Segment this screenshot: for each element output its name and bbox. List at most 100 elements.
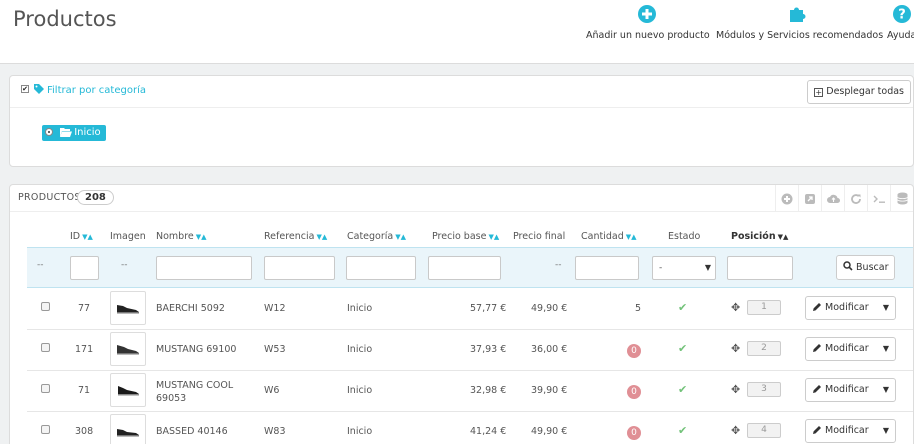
edit-button[interactable]: Modificar ▼: [805, 378, 896, 402]
svg-text:?: ?: [898, 8, 906, 23]
category-filter-toggle[interactable]: Filtrar por categoría: [34, 84, 146, 96]
sort-arrows-icon[interactable]: ▼▲: [395, 233, 406, 241]
col-base-price[interactable]: Precio base ▼▲: [432, 231, 499, 242]
page-title: Productos: [13, 7, 117, 31]
products-panel: PRODUCTOS 208 ID ▼▲ Imagen Nombre ▼▲ Refer…: [9, 184, 914, 444]
edit-button[interactable]: Modificar ▼: [805, 296, 896, 320]
col-id[interactable]: ID ▼▲: [70, 231, 93, 242]
sort-arrows-icon[interactable]: ▼▲: [488, 233, 499, 241]
enabled-check-icon[interactable]: ✔: [678, 301, 687, 314]
row-select-checkbox[interactable]: [41, 343, 50, 352]
col-category[interactable]: Categoría ▼▲: [347, 231, 406, 242]
edit-button[interactable]: Modificar ▼: [805, 337, 896, 361]
row-category: Inicio: [347, 385, 373, 396]
edit-label: Modificar: [825, 425, 869, 436]
col-reference[interactable]: Referencia ▼▲: [264, 231, 327, 242]
row-name: MUSTANG COOL 69053: [156, 380, 234, 404]
caret-down-icon[interactable]: ▼: [883, 297, 889, 319]
caret-down-icon[interactable]: ▼: [883, 420, 889, 442]
col-quantity[interactable]: Cantidad ▼▲: [581, 231, 637, 242]
sort-arrows-icon[interactable]: ▼▲: [626, 233, 637, 241]
shoe-icon: [118, 386, 139, 396]
drag-move-icon[interactable]: ✥: [731, 383, 740, 396]
sort-arrows-icon[interactable]: ▼▲: [778, 233, 789, 241]
expand-all-label: Desplegar todas: [826, 86, 904, 97]
col-category-label: Categoría: [347, 231, 394, 242]
product-thumbnail: [110, 291, 146, 325]
drag-move-icon[interactable]: ✥: [731, 424, 740, 437]
category-root-radio[interactable]: [45, 128, 53, 136]
product-thumbnail: [110, 414, 146, 444]
puzzle-icon: [790, 7, 806, 22]
refresh-icon[interactable]: [844, 185, 867, 212]
help-button[interactable]: ? Ayuda: [884, 4, 914, 41]
row-base-price: 41,24 €: [470, 426, 507, 437]
filter-quantity-input[interactable]: [575, 256, 639, 280]
caret-down-icon: ▼: [704, 263, 711, 272]
row-select-checkbox[interactable]: [41, 302, 50, 311]
filter-reference-input[interactable]: [264, 256, 335, 280]
export-icon[interactable]: [798, 185, 821, 212]
category-filter-title: Filtrar por categoría: [47, 85, 146, 96]
category-filter-checkbox[interactable]: ✔: [21, 85, 29, 93]
table-row[interactable]: 308 BASSED 40146 W83 Inicio 41,24 € 49,9…: [27, 412, 913, 444]
row-name: MUSTANG 69100: [156, 344, 237, 355]
shoe-icon: [117, 345, 139, 355]
drag-move-icon[interactable]: ✥: [731, 342, 740, 355]
col-position-label: Posición: [731, 231, 776, 242]
row-category: Inicio: [347, 303, 373, 314]
col-position[interactable]: Posición ▼▲: [731, 231, 788, 242]
col-reference-label: Referencia: [264, 231, 315, 242]
category-root-item[interactable]: Inicio: [42, 125, 106, 141]
terminal-icon[interactable]: [867, 185, 890, 212]
enabled-check-icon[interactable]: ✔: [678, 424, 687, 437]
filter-category-input[interactable]: [346, 256, 416, 280]
expand-all-button[interactable]: + Desplegar todas: [807, 80, 911, 104]
edit-button[interactable]: Modificar ▼: [805, 419, 896, 443]
caret-down-icon[interactable]: ▼: [883, 338, 889, 360]
filter-id-input[interactable]: [70, 256, 99, 280]
sort-arrows-icon[interactable]: ▼▲: [196, 233, 207, 241]
row-base-price: 57,77 €: [470, 303, 507, 314]
filter-name-input[interactable]: [156, 256, 252, 280]
sort-arrows-icon[interactable]: ▼▲: [316, 233, 327, 241]
products-panel-header: PRODUCTOS 208: [10, 185, 913, 212]
table-row[interactable]: 77 BAERCHI 5092 W12 Inicio 57,77 € 49,90…: [27, 289, 913, 330]
filter-status-value: -: [659, 263, 663, 273]
database-icon[interactable]: [890, 185, 913, 212]
row-select-checkbox[interactable]: [41, 425, 50, 434]
col-final-price: Precio final: [513, 231, 565, 242]
row-final-price: 49,90 €: [531, 303, 568, 314]
col-image-label: Imagen: [110, 231, 146, 242]
filter-position-input[interactable]: [727, 256, 793, 280]
enabled-check-icon[interactable]: ✔: [678, 383, 687, 396]
col-name[interactable]: Nombre ▼▲: [156, 231, 207, 242]
filter-base-price-input[interactable]: [428, 256, 501, 280]
enabled-check-icon[interactable]: ✔: [678, 342, 687, 355]
search-button[interactable]: Buscar: [836, 255, 896, 280]
col-final-price-label: Precio final: [513, 231, 566, 242]
caret-down-icon[interactable]: ▼: [883, 379, 889, 401]
recommended-modules-button[interactable]: Módulos y Servicios recomendados: [716, 4, 883, 41]
pencil-icon: [813, 426, 821, 434]
category-filter-header: ✔ Filtrar por categoría + Desplegar todas: [10, 76, 913, 108]
row-base-price: 32,98 €: [470, 385, 507, 396]
sort-arrows-icon[interactable]: ▼▲: [82, 233, 93, 241]
row-category: Inicio: [347, 426, 373, 437]
help-label: Ayuda: [887, 30, 914, 41]
drag-move-icon[interactable]: ✥: [731, 301, 740, 314]
row-select-checkbox[interactable]: [41, 384, 50, 393]
category-root-label: Inicio: [74, 127, 101, 138]
edit-label: Modificar: [825, 302, 869, 313]
filter-status-select[interactable]: - ▼: [652, 256, 716, 280]
table-row[interactable]: 171 MUSTANG 69100 W53 Inicio 37,93 € 36,…: [27, 330, 913, 371]
table-row[interactable]: 71 MUSTANG COOL 69053 W6 Inicio 32,98 € …: [27, 371, 913, 412]
row-id: 171: [75, 344, 94, 355]
add-product-button[interactable]: Añadir un nuevo producto: [586, 4, 710, 41]
edit-label: Modificar: [825, 384, 869, 395]
position-box: 2: [747, 341, 781, 356]
cloud-upload-icon[interactable]: [821, 185, 844, 212]
position-box: 3: [747, 382, 781, 397]
help-icon: ?: [893, 5, 911, 23]
add-new-icon[interactable]: [775, 185, 798, 212]
